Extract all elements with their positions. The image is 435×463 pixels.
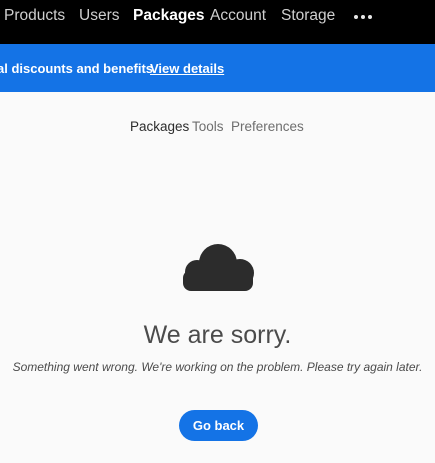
nav-item-users[interactable]: Users xyxy=(79,7,119,25)
banner-text: al discounts and benefits. xyxy=(0,61,157,76)
error-title: We are sorry. xyxy=(143,321,292,349)
view-details-link[interactable]: View details xyxy=(150,61,224,76)
nav-item-products[interactable]: Products xyxy=(4,7,65,25)
go-back-button[interactable]: Go back xyxy=(179,410,258,441)
top-navigation-bar: Products Users Packages Account Storage xyxy=(0,0,435,44)
more-horizontal-icon[interactable] xyxy=(352,6,374,26)
error-message: Something went wrong. We're working on t… xyxy=(12,360,423,374)
subnav-tab-tools[interactable]: Tools xyxy=(192,119,224,135)
nav-item-packages[interactable]: Packages xyxy=(133,7,205,25)
cloud-icon xyxy=(183,244,254,291)
nav-item-account[interactable]: Account xyxy=(210,7,266,25)
subnav-tab-packages[interactable]: Packages xyxy=(130,119,189,135)
promo-banner: al discounts and benefits. View details xyxy=(0,44,435,92)
nav-item-storage[interactable]: Storage xyxy=(281,7,335,25)
subnav-tab-preferences[interactable]: Preferences xyxy=(231,119,304,135)
